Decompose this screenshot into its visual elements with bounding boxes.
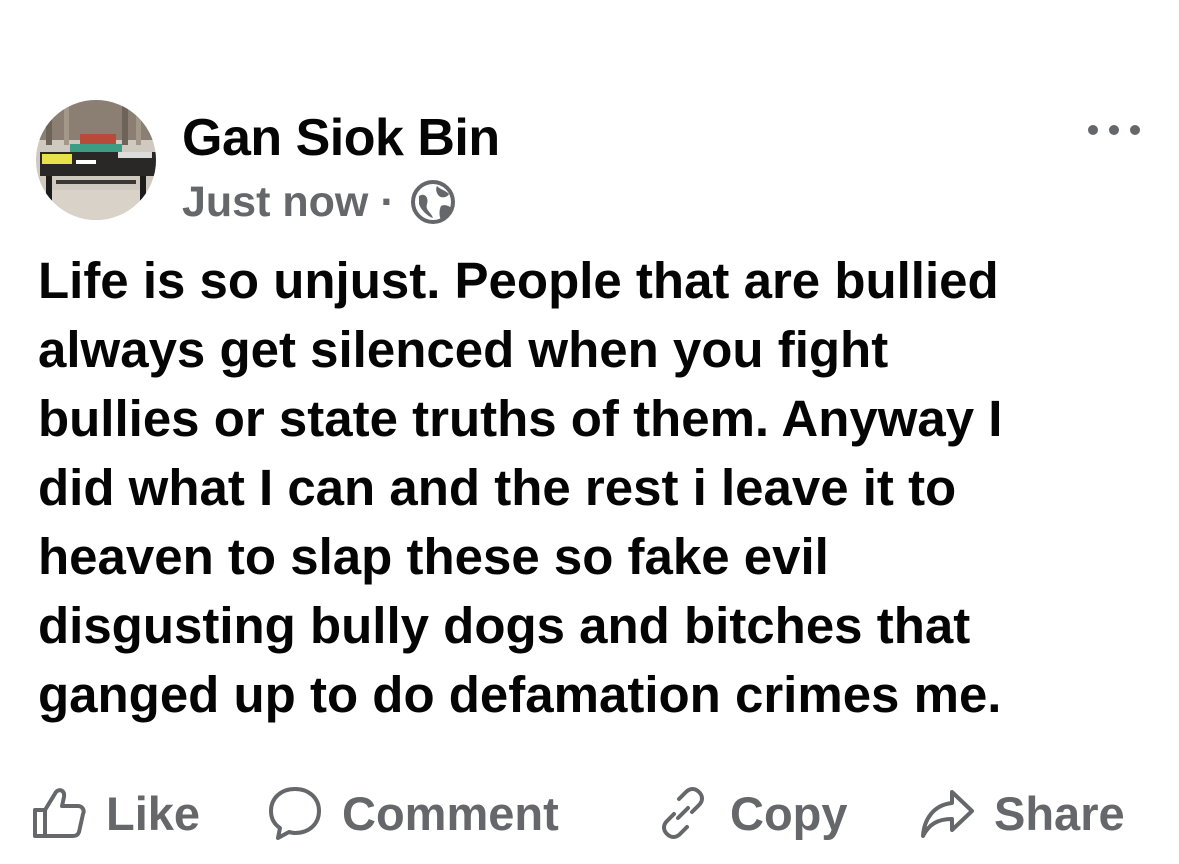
- like-button[interactable]: Like: [30, 770, 200, 856]
- ellipsis-icon: [1130, 125, 1140, 135]
- post-text-line: ganged up to do defamation crimes me.: [38, 666, 1002, 723]
- post-text-line: always get silenced when you fight: [38, 321, 889, 378]
- copy-link-button[interactable]: Copy: [654, 770, 848, 856]
- copy-label: Copy: [730, 786, 848, 840]
- post-text-line: disgusting bully dogs and bitches that: [38, 597, 971, 654]
- post-meta: Just now ·: [182, 176, 457, 228]
- comment-label: Comment: [342, 786, 559, 840]
- author-name[interactable]: Gan Siok Bin: [182, 108, 500, 168]
- link-icon: [654, 784, 712, 842]
- speech-bubble-icon: [266, 784, 324, 842]
- post-text-line: bullies or state truths of them. Anyway …: [38, 390, 1003, 447]
- post-body: Life is so unjust. People that are bulli…: [38, 246, 1148, 729]
- ellipsis-icon: [1109, 125, 1119, 135]
- share-arrow-icon: [918, 784, 976, 842]
- share-button[interactable]: Share: [918, 770, 1125, 856]
- meta-separator: ·: [380, 177, 395, 226]
- ellipsis-icon: [1088, 125, 1098, 135]
- post-text-line: Life is so unjust. People that are bulli…: [38, 252, 999, 309]
- like-label: Like: [106, 786, 201, 840]
- post-action-bar: Like Comment Copy Share: [0, 770, 1179, 856]
- share-label: Share: [994, 786, 1125, 840]
- profile-photo: [36, 100, 156, 220]
- facebook-post: Gan Siok Bin Just now · Life is so unjus…: [0, 0, 1179, 864]
- post-timestamp[interactable]: Just now: [182, 178, 368, 227]
- more-options-button[interactable]: [1088, 118, 1140, 142]
- post-text-line: did what I can and the rest i leave it t…: [38, 459, 957, 516]
- avatar[interactable]: [36, 100, 156, 220]
- globe-icon: [409, 178, 457, 226]
- comment-button[interactable]: Comment: [266, 770, 559, 856]
- post-text-line: heaven to slap these so fake evil: [38, 528, 829, 585]
- thumbs-up-icon: [30, 784, 88, 842]
